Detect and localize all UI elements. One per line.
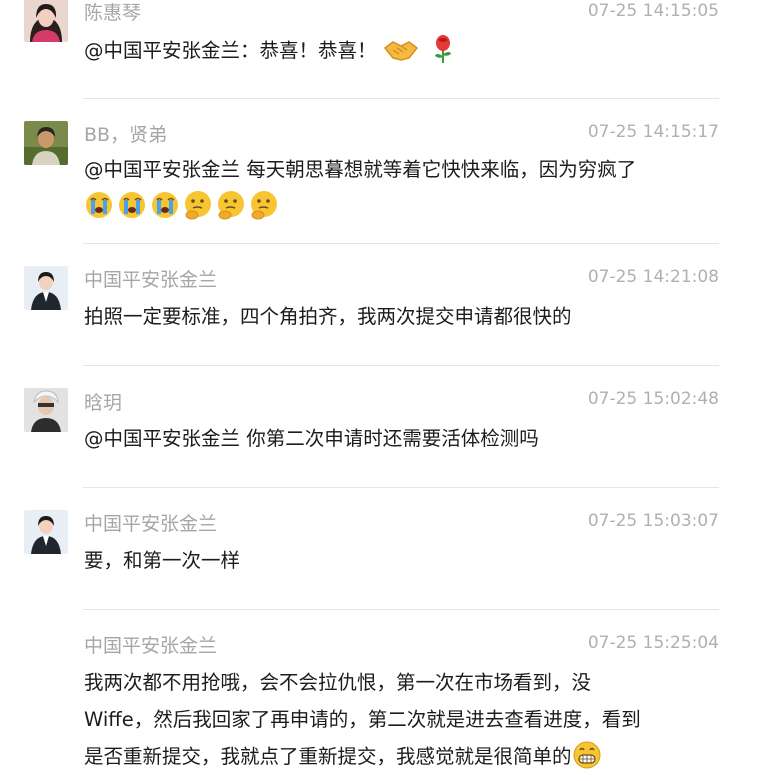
comment-line: Wiffe，然后我回家了再申请的，第二次就是进去查看进度，看到 — [84, 708, 641, 731]
thinking-emoji — [183, 190, 213, 220]
comment-text: 要，和第一次一样 — [84, 549, 241, 572]
comment-text: @中国平安张金兰 每天朝思暮想就等着它快快来临，因为穷疯了 — [84, 151, 724, 225]
emoji-row — [84, 188, 724, 225]
avatar[interactable] — [24, 0, 68, 42]
comment-time: 07-25 15:02:48 — [587, 389, 719, 409]
handshake-emoji — [383, 34, 419, 64]
comment-line: 是否重新提交，我就点了重新提交，我感觉就是很简单的 — [84, 745, 572, 768]
commenter-name[interactable]: 陈惠琴 — [84, 2, 141, 24]
thinking-emoji — [216, 190, 246, 220]
commenter-name[interactable]: 晗玥 — [84, 392, 122, 414]
comment-body: @中国平安张金兰：恭喜！恭喜！ — [84, 39, 377, 62]
comment-text: 拍照一定要标准，四个角拍齐，我两次提交申请都很快的 — [84, 305, 572, 328]
comment-time: 07-25 14:15:17 — [587, 122, 719, 142]
avatar-photo-icon — [24, 121, 68, 165]
avatar-photo-icon — [24, 0, 68, 42]
commenter-name[interactable]: 中国平安张金兰 — [84, 635, 217, 657]
rose-emoji — [428, 34, 458, 64]
crying-emoji — [84, 190, 114, 220]
crying-emoji — [117, 190, 147, 220]
avatar-photo-icon — [24, 266, 68, 310]
comment-item: 陈惠琴 07-25 14:15:05 @中国平安张金兰：恭喜！恭喜！ — [0, 0, 757, 99]
comment-body: @中国平安张金兰 每天朝思暮想就等着它快快来临，因为穷疯了 — [84, 158, 637, 181]
thinking-emoji — [249, 190, 279, 220]
commenter-name[interactable]: BB，贤弟 — [84, 124, 167, 146]
comment-item: 中国平安张金兰 07-25 15:03:07 要，和第一次一样 — [0, 488, 757, 610]
avatar[interactable] — [24, 510, 68, 554]
comment-text: 我两次都不用抢哦，会不会拉仇恨，第一次在市场看到，没 Wiffe，然后我回家了再… — [84, 664, 724, 775]
comment-time: 07-25 15:03:07 — [587, 511, 719, 531]
comment-item: 中国平安张金兰 07-25 15:25:04 我两次都不用抢哦，会不会拉仇恨，第… — [0, 610, 757, 781]
comment-text: @中国平安张金兰：恭喜！恭喜！ — [84, 32, 724, 69]
avatar-photo-icon — [24, 510, 68, 554]
commenter-name[interactable]: 中国平安张金兰 — [84, 269, 217, 291]
comment-time: 07-25 15:25:04 — [587, 633, 719, 653]
commenter-name[interactable]: 中国平安张金兰 — [84, 513, 217, 535]
grinning-emoji — [572, 740, 602, 770]
comment-text: @中国平安张金兰 你第二次申请时还需要活体检测吗 — [84, 427, 539, 450]
comment-time: 07-25 14:15:05 — [587, 1, 719, 21]
comment-line: 我两次都不用抢哦，会不会拉仇恨，第一次在市场看到，没 — [84, 671, 592, 694]
comment-item: 晗玥 07-25 15:02:48 @中国平安张金兰 你第二次申请时还需要活体检… — [0, 366, 757, 488]
comment-item: 中国平安张金兰 07-25 14:21:08 拍照一定要标准，四个角拍齐，我两次… — [0, 244, 757, 366]
avatar[interactable] — [24, 388, 68, 432]
crying-emoji — [150, 190, 180, 220]
comment-item: BB，贤弟 07-25 14:15:17 @中国平安张金兰 每天朝思暮想就等着它… — [0, 99, 757, 244]
avatar[interactable] — [24, 121, 68, 165]
avatar[interactable] — [24, 266, 68, 310]
avatar-photo-icon — [24, 388, 68, 432]
comment-line-last: 是否重新提交，我就点了重新提交，我感觉就是很简单的 — [84, 738, 724, 775]
comment-time: 07-25 14:21:08 — [587, 267, 719, 287]
